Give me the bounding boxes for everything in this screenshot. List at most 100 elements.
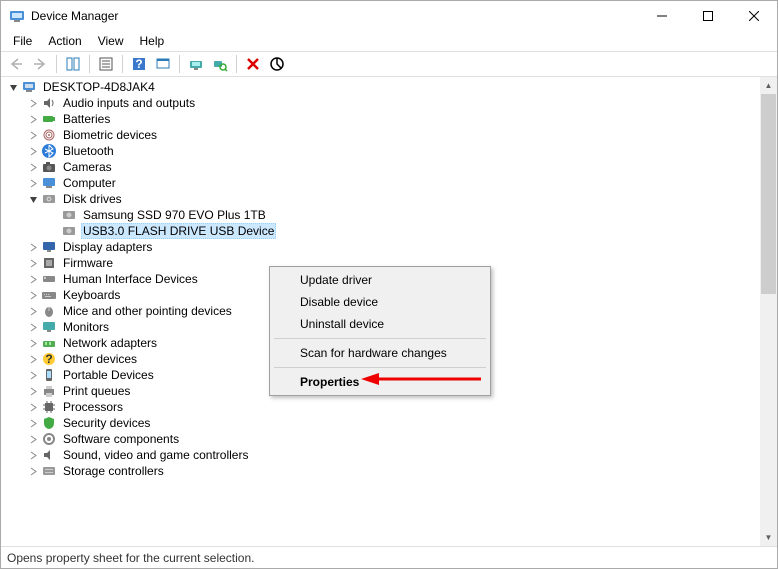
chevron-right-icon[interactable] bbox=[25, 383, 41, 399]
scroll-up-icon[interactable]: ▲ bbox=[760, 77, 777, 94]
help-button[interactable]: ? bbox=[128, 53, 150, 75]
update-driver-button[interactable] bbox=[185, 53, 207, 75]
disk-icon bbox=[41, 191, 57, 207]
tree-label: Mice and other pointing devices bbox=[61, 304, 234, 318]
scroll-down-icon[interactable]: ▼ bbox=[760, 529, 777, 546]
printer-icon bbox=[41, 383, 57, 399]
tree-label: Firmware bbox=[61, 256, 115, 270]
tree-item-software[interactable]: Software components bbox=[1, 431, 760, 447]
chevron-right-icon[interactable] bbox=[25, 399, 41, 415]
chevron-right-icon[interactable] bbox=[25, 143, 41, 159]
chevron-right-icon[interactable] bbox=[25, 175, 41, 191]
tree-item-batteries[interactable]: Batteries bbox=[1, 111, 760, 127]
close-button[interactable] bbox=[731, 1, 777, 31]
menu-view[interactable]: View bbox=[90, 32, 132, 50]
chevron-right-icon[interactable] bbox=[25, 159, 41, 175]
toolbar-separator bbox=[179, 55, 180, 73]
chevron-right-icon[interactable] bbox=[25, 447, 41, 463]
bluetooth-icon bbox=[41, 143, 57, 159]
tree-label: Display adapters bbox=[61, 240, 154, 254]
tree-root[interactable]: DESKTOP-4D8JAK4 bbox=[1, 79, 760, 95]
tree-item-storage[interactable]: Storage controllers bbox=[1, 463, 760, 479]
context-disable-device[interactable]: Disable device bbox=[272, 291, 488, 313]
tree-label: Batteries bbox=[61, 112, 112, 126]
context-separator bbox=[274, 338, 486, 339]
chevron-down-icon[interactable] bbox=[5, 79, 21, 95]
context-scan-hardware[interactable]: Scan for hardware changes bbox=[272, 342, 488, 364]
minimize-button[interactable] bbox=[639, 1, 685, 31]
uninstall-button[interactable] bbox=[242, 53, 264, 75]
chevron-right-icon[interactable] bbox=[25, 239, 41, 255]
display-icon bbox=[41, 239, 57, 255]
audio-icon bbox=[41, 95, 57, 111]
tree-label: Print queues bbox=[61, 384, 132, 398]
keyboard-icon bbox=[41, 287, 57, 303]
back-button[interactable] bbox=[5, 53, 27, 75]
tree-label: Human Interface Devices bbox=[61, 272, 200, 286]
chevron-right-icon[interactable] bbox=[25, 287, 41, 303]
disk-icon bbox=[61, 223, 77, 239]
tree-label: Computer bbox=[61, 176, 118, 190]
tree-label: Biometric devices bbox=[61, 128, 159, 142]
tree-item-disk-usb[interactable]: USB3.0 FLASH DRIVE USB Device bbox=[1, 223, 760, 239]
menu-action[interactable]: Action bbox=[40, 32, 89, 50]
chevron-right-icon[interactable] bbox=[25, 255, 41, 271]
toolbar-separator bbox=[236, 55, 237, 73]
tree-item-biometric[interactable]: Biometric devices bbox=[1, 127, 760, 143]
properties-button[interactable] bbox=[95, 53, 117, 75]
portable-icon bbox=[41, 367, 57, 383]
context-separator bbox=[274, 367, 486, 368]
vertical-scrollbar[interactable]: ▲ ▼ bbox=[760, 77, 777, 546]
mouse-icon bbox=[41, 303, 57, 319]
chevron-right-icon[interactable] bbox=[25, 127, 41, 143]
context-update-driver[interactable]: Update driver bbox=[272, 269, 488, 291]
monitor-icon bbox=[41, 319, 57, 335]
scrollbar-thumb[interactable] bbox=[761, 94, 776, 294]
tree-label: Network adapters bbox=[61, 336, 159, 350]
other-icon: ? bbox=[41, 351, 57, 367]
tree-label: Monitors bbox=[61, 320, 111, 334]
chevron-right-icon[interactable] bbox=[25, 431, 41, 447]
tree-item-svg[interactable]: Sound, video and game controllers bbox=[1, 447, 760, 463]
tree-item-bluetooth[interactable]: Bluetooth bbox=[1, 143, 760, 159]
battery-icon bbox=[41, 111, 57, 127]
action-button[interactable] bbox=[152, 53, 174, 75]
chevron-right-icon[interactable] bbox=[25, 367, 41, 383]
toolbar-separator bbox=[89, 55, 90, 73]
tree-item-display[interactable]: Display adapters bbox=[1, 239, 760, 255]
show-hide-console-button[interactable] bbox=[62, 53, 84, 75]
tree-item-diskdrives[interactable]: Disk drives bbox=[1, 191, 760, 207]
tree-item-computer[interactable]: Computer bbox=[1, 175, 760, 191]
chevron-right-icon[interactable] bbox=[25, 111, 41, 127]
tree-item-security[interactable]: Security devices bbox=[1, 415, 760, 431]
scan-hardware-button[interactable] bbox=[209, 53, 231, 75]
menu-help[interactable]: Help bbox=[132, 32, 173, 50]
software-icon bbox=[41, 431, 57, 447]
fingerprint-icon bbox=[41, 127, 57, 143]
toolbar-separator bbox=[56, 55, 57, 73]
chevron-right-icon[interactable] bbox=[25, 95, 41, 111]
context-uninstall-device[interactable]: Uninstall device bbox=[272, 313, 488, 335]
menu-file[interactable]: File bbox=[5, 32, 40, 50]
chevron-right-icon[interactable] bbox=[25, 319, 41, 335]
tree-item-disk-ssd[interactable]: Samsung SSD 970 EVO Plus 1TB bbox=[1, 207, 760, 223]
context-properties[interactable]: Properties bbox=[272, 371, 488, 393]
tree-label: USB3.0 FLASH DRIVE USB Device bbox=[81, 223, 276, 239]
chevron-right-icon[interactable] bbox=[25, 415, 41, 431]
chevron-right-icon[interactable] bbox=[25, 335, 41, 351]
tree-label: Portable Devices bbox=[61, 368, 156, 382]
disable-button[interactable] bbox=[266, 53, 288, 75]
tree-label: Security devices bbox=[61, 416, 152, 430]
chevron-right-icon[interactable] bbox=[25, 271, 41, 287]
chevron-right-icon[interactable] bbox=[25, 351, 41, 367]
tree-item-audio[interactable]: Audio inputs and outputs bbox=[1, 95, 760, 111]
maximize-button[interactable] bbox=[685, 1, 731, 31]
tree-item-processors[interactable]: Processors bbox=[1, 399, 760, 415]
firmware-icon bbox=[41, 255, 57, 271]
disk-icon bbox=[61, 207, 77, 223]
chevron-right-icon[interactable] bbox=[25, 463, 41, 479]
chevron-right-icon[interactable] bbox=[25, 303, 41, 319]
forward-button[interactable] bbox=[29, 53, 51, 75]
chevron-down-icon[interactable] bbox=[25, 191, 41, 207]
tree-item-cameras[interactable]: Cameras bbox=[1, 159, 760, 175]
